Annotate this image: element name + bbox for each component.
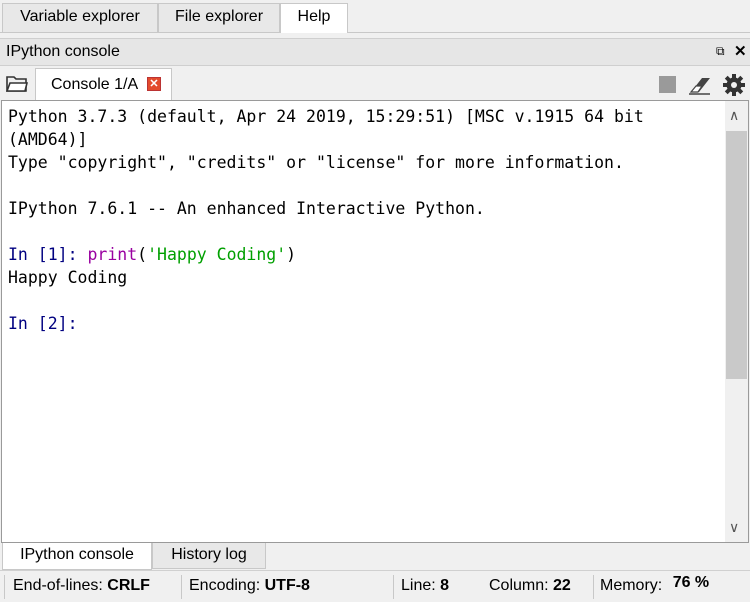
code-builtin: print bbox=[87, 245, 138, 264]
status-memory-label: Memory: bbox=[600, 577, 663, 594]
close-icon[interactable]: ✕ bbox=[734, 42, 747, 60]
pane-title: IPython console bbox=[6, 43, 120, 60]
gear-icon[interactable] bbox=[722, 73, 746, 97]
code-paren: ) bbox=[286, 245, 297, 264]
banner-line: Python 3.7.3 (default, Apr 24 2019, 15:2… bbox=[8, 107, 644, 126]
output-line: Happy Coding bbox=[8, 268, 128, 287]
scrollbar-thumb[interactable] bbox=[726, 131, 747, 379]
close-tab-icon[interactable]: ✕ bbox=[147, 77, 161, 91]
input-prompt: In [1]: bbox=[8, 245, 78, 264]
undock-icon[interactable]: ⧉ bbox=[716, 44, 725, 59]
status-column: Column: 22 bbox=[489, 577, 571, 595]
top-pane-tabs: Variable explorer File explorer Help bbox=[0, 0, 750, 33]
pane-title-bar: IPython console ⧉ ✕ bbox=[0, 38, 750, 66]
status-eol: End-of-lines: CRLF bbox=[13, 577, 150, 595]
tab-history-log[interactable]: History log bbox=[152, 543, 266, 569]
status-divider bbox=[4, 575, 5, 599]
tab-help[interactable]: Help bbox=[280, 3, 348, 33]
stop-icon[interactable] bbox=[659, 76, 676, 93]
status-encoding: Encoding: UTF-8 bbox=[189, 577, 310, 595]
tab-console[interactable]: Console 1/A ✕ bbox=[35, 68, 172, 101]
console-toolbar: Console 1/A ✕ bbox=[0, 67, 750, 101]
chevron-down-icon[interactable]: ∨ bbox=[729, 519, 739, 536]
tab-ipython-console[interactable]: IPython console bbox=[2, 543, 152, 570]
status-column-label: Column: bbox=[489, 577, 549, 594]
console-output[interactable]: Python 3.7.3 (default, Apr 24 2019, 15:2… bbox=[1, 100, 749, 543]
status-encoding-label: Encoding: bbox=[189, 577, 261, 594]
banner-line: Type "copyright", "credits" or "license"… bbox=[8, 153, 624, 172]
input-prompt: In [2]: bbox=[8, 314, 78, 333]
console-scrollbar[interactable]: ∧ ∨ bbox=[725, 101, 748, 542]
tab-variable-explorer[interactable]: Variable explorer bbox=[2, 3, 158, 32]
status-bar: End-of-lines: CRLF Encoding: UTF-8 Line:… bbox=[0, 570, 750, 602]
console-text: Python 3.7.3 (default, Apr 24 2019, 15:2… bbox=[8, 105, 723, 335]
status-divider bbox=[393, 575, 394, 599]
tab-file-explorer[interactable]: File explorer bbox=[158, 3, 280, 32]
status-line: Line: 8 bbox=[401, 577, 449, 595]
banner-line: IPython 7.6.1 -- An enhanced Interactive… bbox=[8, 199, 485, 218]
status-column-value: 22 bbox=[553, 577, 571, 594]
chevron-up-icon[interactable]: ∧ bbox=[729, 107, 739, 124]
status-line-label: Line: bbox=[401, 577, 436, 594]
code-paren: ( bbox=[137, 245, 148, 264]
folder-icon[interactable] bbox=[6, 75, 28, 93]
status-memory-value: 76 % bbox=[672, 574, 710, 591]
status-divider bbox=[593, 575, 594, 599]
banner-line: (AMD64)] bbox=[8, 130, 88, 149]
bottom-pane-tabs: IPython console History log bbox=[0, 543, 750, 570]
status-line-value: 8 bbox=[440, 577, 450, 594]
code-string: 'Happy Coding' bbox=[147, 245, 287, 264]
status-divider bbox=[181, 575, 182, 599]
status-memory: Memory: 76 % bbox=[600, 574, 710, 595]
console-tab-label: Console 1/A bbox=[51, 76, 139, 93]
status-eol-label: End-of-lines: bbox=[13, 577, 103, 594]
status-encoding-value: UTF-8 bbox=[264, 577, 310, 594]
eraser-icon[interactable] bbox=[688, 74, 712, 96]
status-eol-value: CRLF bbox=[107, 577, 150, 594]
